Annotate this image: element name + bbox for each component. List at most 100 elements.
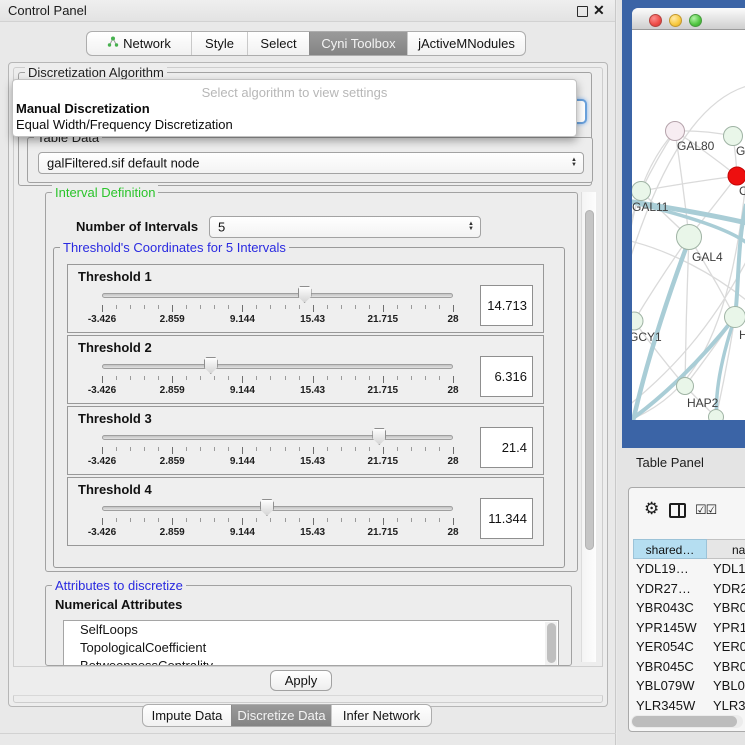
threshold-value-field[interactable]: 14.713 [480,285,533,326]
table-hscrollbar-thumb[interactable] [632,716,737,727]
attribute-item[interactable]: TopologicalCoefficient [64,639,558,657]
cell-shared-name[interactable]: YPR145W [633,618,707,638]
close-icon[interactable]: ✕ [593,2,605,19]
slider-tick-label: 21.715 [368,456,399,467]
network-window-titlebar[interactable] [632,8,745,30]
cell-shared-name[interactable]: YDL19… [633,559,707,579]
cell-shared-name[interactable]: YBR045C [633,657,707,677]
cell-shared-name[interactable]: YLR345W [633,696,707,716]
table-row[interactable]: YBR043CYBR0 [633,598,745,618]
cell-name[interactable]: YBR0 [707,598,745,618]
number-of-intervals-combo[interactable]: 5 ▲▼ [209,216,481,238]
network-node-gal80[interactable] [666,122,685,141]
tab-jactivemnodules[interactable]: jActiveMNodules [407,32,525,55]
threshold-slider-track[interactable] [102,506,453,511]
panel-scrollbar[interactable] [581,192,596,662]
threshold-value-field[interactable]: 6.316 [480,356,533,397]
network-edge[interactable] [689,237,735,317]
network-view-window: GAL80GACGAL11GAL4GCY1HHAP2 [622,0,745,448]
attribute-item[interactable]: BetweennessCentrality [64,657,558,666]
cell-name[interactable]: YPR1 [707,618,745,638]
network-node-hap2[interactable] [677,378,694,395]
table-row[interactable]: YDR27…YDR2 [633,579,745,599]
slider-tick [242,447,243,454]
tab-select[interactable]: Select [247,32,309,55]
table-row[interactable]: YBL079WYBL0 [633,676,745,696]
tab-impute-data[interactable]: Impute Data [143,705,231,726]
cell-shared-name[interactable]: YDR27… [633,579,707,599]
split-columns-icon[interactable] [669,503,686,518]
cell-shared-name[interactable]: YBR043C [633,598,707,618]
threshold-slider-track[interactable] [102,435,453,440]
threshold-label: Threshold 2 [78,340,152,355]
table-row[interactable]: YBR045CYBR0 [633,657,745,677]
numerical-attributes-list[interactable]: SelfLoopsTopologicalCoefficientBetweenne… [63,620,559,666]
network-node-gal4[interactable] [677,225,702,250]
algorithm-dropdown-popup: Select algorithm to view settings Manual… [12,79,577,137]
stepper-arrows-icon[interactable]: ▲▼ [571,158,577,168]
zoom-traffic-light-icon[interactable] [689,14,702,27]
table-data-combo[interactable]: galFiltered.sif default node ▲▼ [38,152,584,174]
cell-name[interactable]: YBL0 [707,676,745,696]
network-node-gal11[interactable] [632,182,651,201]
gear-icon[interactable]: ⚙ [644,499,659,519]
panel-scrollbar-thumb[interactable] [585,210,594,550]
threshold-slider-track[interactable] [102,364,453,369]
network-edge[interactable] [634,237,689,321]
threshold-slider-track[interactable] [102,293,453,298]
threshold-slider-thumb[interactable] [372,428,386,445]
close-traffic-light-icon[interactable] [649,14,662,27]
attributes-scrollbar[interactable] [545,622,557,666]
table-row[interactable]: YER054CYER0 [633,637,745,657]
threshold-slider-thumb[interactable] [298,286,312,303]
cell-name[interactable]: YDR2 [707,579,745,599]
float-window-icon[interactable] [577,6,588,17]
column-header-shared-name[interactable]: shared… [633,539,707,559]
control-panel-titlebar: Control Panel ✕ [0,0,615,22]
minimize-traffic-light-icon[interactable] [669,14,682,27]
slider-tick [355,376,356,380]
cell-name[interactable]: YLR3 [707,696,745,716]
tab-network[interactable]: Network [87,32,191,55]
network-canvas[interactable]: GAL80GACGAL11GAL4GCY1HHAP2 [632,30,745,420]
table-hscrollbar[interactable] [631,715,743,728]
attributes-scrollbar-thumb[interactable] [547,623,556,663]
table-row[interactable]: YPR145WYPR1 [633,618,745,638]
network-edge[interactable] [685,237,689,386]
tab-infer-network[interactable]: Infer Network [331,705,431,726]
network-node-ga[interactable] [724,127,743,146]
network-edge[interactable] [641,176,737,191]
network-node[interactable] [709,410,724,421]
threshold-slider-thumb[interactable] [260,499,274,516]
slider-tick [425,447,426,451]
tab-label: Network [123,36,171,51]
tab-style[interactable]: Style [191,32,247,55]
slider-tick [270,305,271,309]
column-header-name[interactable]: name [707,539,745,559]
cell-shared-name[interactable]: YBL079W [633,676,707,696]
algorithm-option-1[interactable]: Manual Discretization [16,101,575,117]
slider-tick [285,518,286,522]
cell-name[interactable]: YBR0 [707,657,745,677]
table-row[interactable]: YDL19…YDL1 [633,559,745,579]
tab-cyni-toolbox[interactable]: Cyni Toolbox [309,32,407,55]
slider-tick [228,305,229,309]
stepper-arrows-icon[interactable]: ▲▼ [468,222,474,232]
tab-discretize-data[interactable]: Discretize Data [231,705,331,726]
cell-name[interactable]: YER0 [707,637,745,657]
attribute-item[interactable]: SelfLoops [64,621,558,639]
network-graph[interactable]: GAL80GACGAL11GAL4GCY1HHAP2 [632,30,745,420]
cell-shared-name[interactable]: YER054C [633,637,707,657]
slider-tick [130,447,131,451]
threshold-value-field[interactable]: 11.344 [480,498,533,539]
network-node-gcy1[interactable] [632,312,643,330]
threshold-value-field[interactable]: 21.4 [480,427,533,468]
table-row[interactable]: YLR345WYLR3 [633,696,745,716]
network-node-h[interactable] [725,307,745,328]
cell-name[interactable]: YDL1 [707,559,745,579]
select-columns-checkboxes-icon[interactable]: ☑☑ [695,502,716,518]
apply-button[interactable]: Apply [270,670,332,691]
algorithm-option-2[interactable]: Equal Width/Frequency Discretization [16,117,575,133]
network-node-c[interactable] [728,167,745,185]
threshold-slider-thumb[interactable] [204,357,218,374]
